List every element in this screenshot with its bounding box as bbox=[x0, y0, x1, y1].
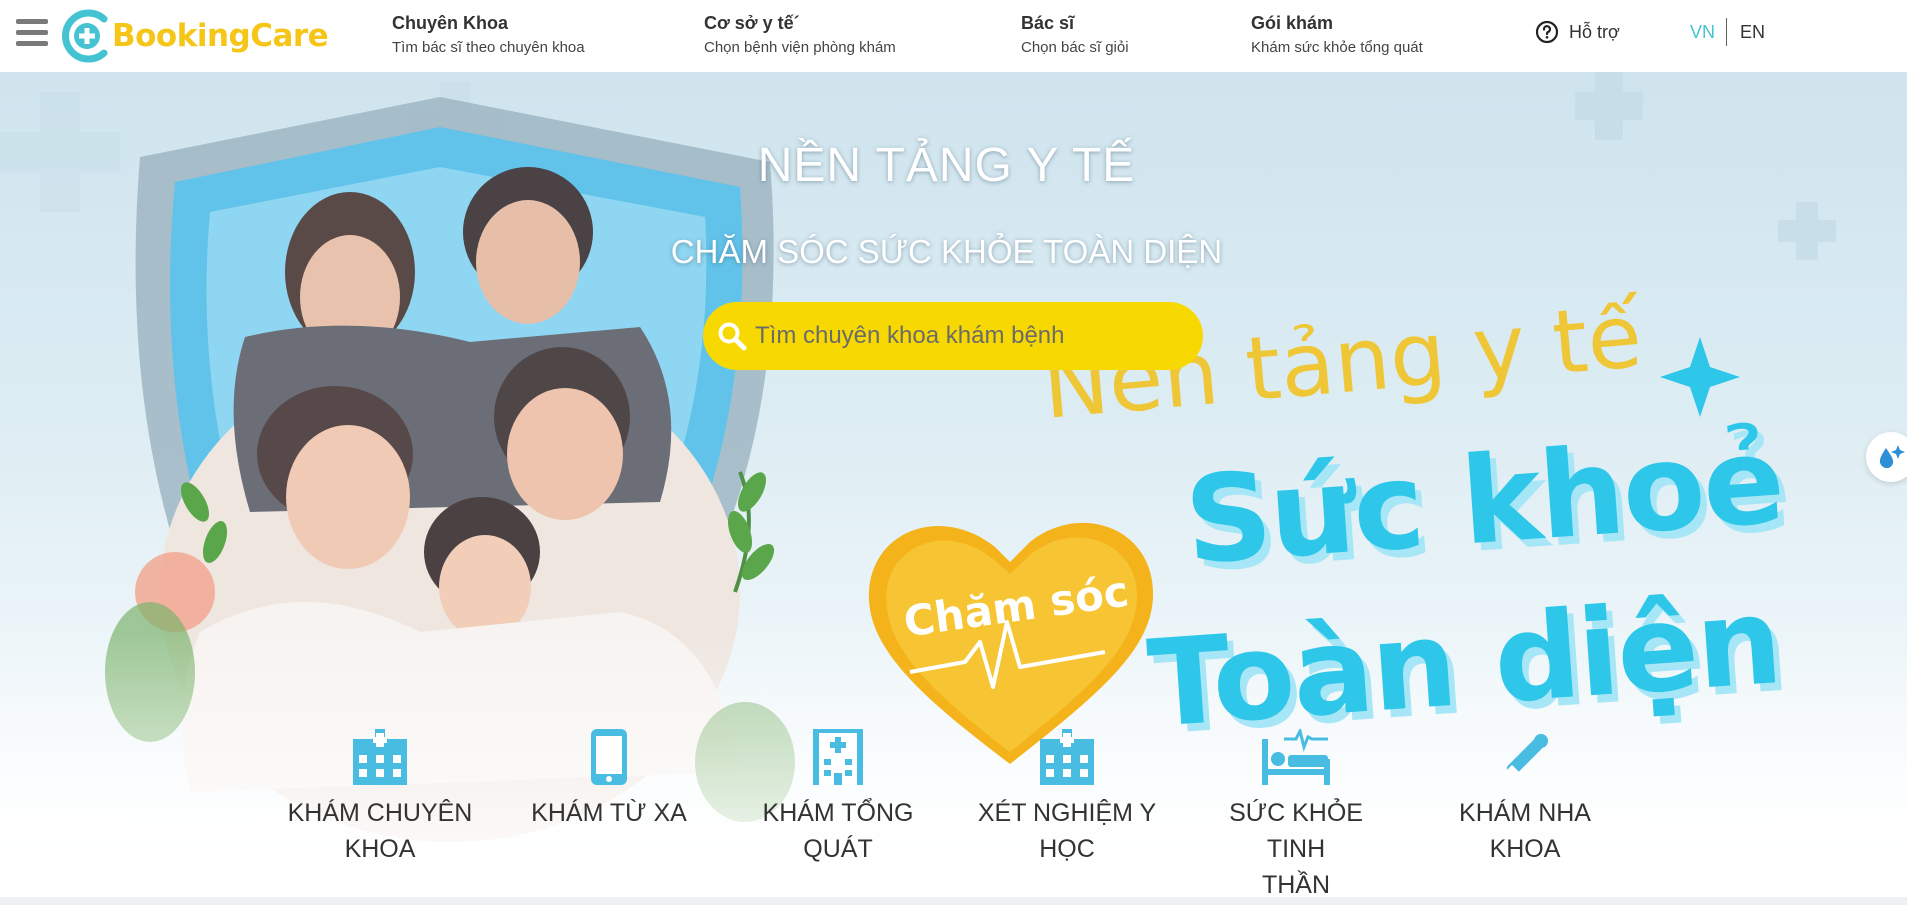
service-label-line2: KHOA bbox=[344, 835, 416, 863]
smartphone-icon bbox=[591, 729, 627, 785]
language-en[interactable]: EN bbox=[1740, 22, 1765, 43]
nav-bac-si[interactable]: Bác sĩ Chọn bác sĩ giỏi bbox=[1021, 12, 1129, 59]
question-circle-icon bbox=[1535, 20, 1559, 44]
support-label: Hỗ trợ bbox=[1569, 21, 1620, 42]
nav-title: Gói khám bbox=[1251, 13, 1334, 33]
hamburger-menu-icon[interactable] bbox=[16, 17, 48, 49]
nav-subtitle: Chọn bác sĩ giỏi bbox=[1021, 39, 1129, 56]
service-kham-tu-xa[interactable]: KHÁM TỪ XA bbox=[514, 725, 704, 831]
language-vn[interactable]: VN bbox=[1690, 22, 1715, 43]
banner-bottom-strip bbox=[0, 897, 1907, 905]
service-label-line1: KHÁM TỔNG bbox=[762, 799, 914, 827]
service-suc-khoe-tinh-than[interactable]: SỨC KHỎE TINH THẦN bbox=[1201, 725, 1391, 903]
service-xet-nghiem-y-hoc[interactable]: XÉT NGHIỆM Y HỌC bbox=[972, 725, 1162, 867]
service-label-line2: HỌC bbox=[1039, 835, 1095, 863]
bookingcare-logo[interactable]: BookingCare bbox=[58, 4, 329, 68]
nav-subtitle: Tìm bác sĩ theo chuyên khoa bbox=[392, 39, 585, 56]
search-icon bbox=[718, 322, 747, 351]
top-header: BookingCare Chuyên Khoa Tìm bác sĩ theo … bbox=[0, 0, 1907, 72]
service-label-line1: KHÁM CHUYÊN bbox=[287, 799, 473, 827]
service-label-line1: KHÁM NHA bbox=[1459, 799, 1591, 827]
water-drop-sparkle-icon bbox=[1879, 445, 1905, 469]
nav-title: Bác sĩ bbox=[1021, 13, 1075, 33]
support-link[interactable]: Hỗ trợ bbox=[1535, 20, 1620, 44]
service-label-line1: SỨC KHỎE TINH bbox=[1229, 799, 1363, 863]
service-kham-nha-khoa[interactable]: KHÁM NHA KHOA bbox=[1430, 725, 1620, 867]
banner-subheadline: CHĂM SÓC SỨC KHỎE TOÀN DIỆN bbox=[670, 233, 1223, 270]
search-input[interactable] bbox=[755, 322, 1175, 350]
service-kham-tong-quat[interactable]: KHÁM TỔNG QUÁT bbox=[743, 725, 933, 867]
hospital-bed-icon bbox=[1262, 729, 1330, 785]
nav-title: Cơ sở y tế´ bbox=[704, 13, 800, 33]
hospital-icon bbox=[353, 729, 407, 785]
language-divider bbox=[1726, 18, 1727, 46]
nav-title: Chuyên Khoa bbox=[392, 13, 509, 33]
service-label-line1: KHÁM TỪ XA bbox=[531, 799, 687, 827]
clinic-building-icon bbox=[813, 729, 863, 785]
nav-subtitle: Khám sức khỏe tổng quát bbox=[1251, 39, 1423, 56]
service-label-line2: KHOA bbox=[1489, 835, 1561, 863]
service-label-line1: XÉT NGHIỆM Y bbox=[977, 799, 1157, 827]
floating-widget-button[interactable] bbox=[1866, 432, 1907, 482]
hospital-icon bbox=[1040, 729, 1094, 785]
logo-text: BookingCare bbox=[112, 18, 329, 54]
banner-headline: NỀN TẢNG Y TẾ bbox=[757, 139, 1136, 192]
nav-goi-kham[interactable]: Gói khám Khám sức khỏe tổng quát bbox=[1251, 12, 1423, 59]
logo-mark-icon bbox=[58, 7, 116, 65]
service-label-line2: THẦN bbox=[1261, 871, 1331, 899]
service-label-line2: QUÁT bbox=[803, 835, 873, 863]
nav-chuyen-khoa[interactable]: Chuyên Khoa Tìm bác sĩ theo chuyên khoa bbox=[392, 12, 585, 59]
service-kham-chuyen-khoa[interactable]: KHÁM CHUYÊN KHOA bbox=[285, 725, 475, 867]
dental-tool-icon bbox=[1504, 734, 1548, 780]
nav-co-so-y-te[interactable]: Cơ sở y tế´ Chọn bệnh viện phòng khám bbox=[704, 12, 896, 59]
search-bar[interactable] bbox=[703, 302, 1203, 370]
nav-subtitle: Chọn bệnh viện phòng khám bbox=[704, 39, 896, 56]
